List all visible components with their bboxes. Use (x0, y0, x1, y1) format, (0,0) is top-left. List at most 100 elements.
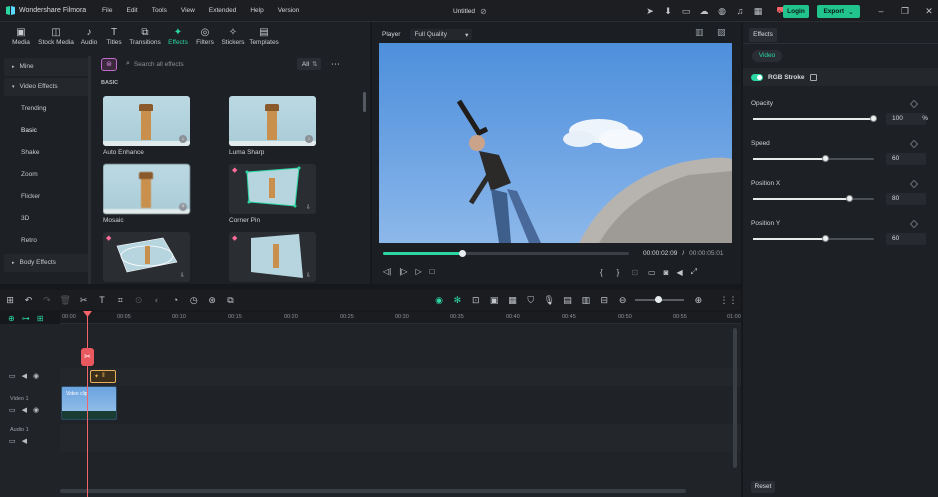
auto-reframe-icon[interactable]: ▣ (488, 294, 500, 307)
position-y-slider[interactable] (753, 235, 874, 242)
layout-grid-icon[interactable]: ⊞ (4, 294, 16, 307)
subtitle-icon[interactable]: ▥ (580, 294, 592, 307)
mark-out-icon[interactable]: } (617, 268, 620, 277)
redo-icon[interactable]: ↷ (41, 294, 53, 307)
timeline-vscroll[interactable] (733, 328, 737, 468)
search-input[interactable]: Search all effects (134, 61, 289, 68)
download-icon[interactable]: ↓ (179, 135, 187, 143)
render-icon[interactable]: ⊡ (631, 268, 638, 277)
effect-thumb-5[interactable]: ◆ ⇩ (103, 232, 190, 282)
tab-effects[interactable]: ✦ Effects (164, 26, 192, 46)
category-flicker[interactable]: Flicker (4, 186, 90, 208)
menu-extended[interactable]: Extended (209, 7, 236, 14)
speed-value[interactable]: 60 (886, 153, 926, 165)
category-basic[interactable]: Basic (4, 120, 90, 142)
menu-view[interactable]: View (181, 7, 195, 14)
zoom-out-icon[interactable]: ⊖ (616, 294, 628, 307)
position-y-value[interactable]: 60 (886, 233, 926, 245)
grid-scrollbar[interactable] (363, 92, 366, 112)
menu-help[interactable]: Help (250, 7, 263, 14)
effect-thumb-luma-sharp[interactable]: ↓ (229, 96, 316, 146)
beat-icon[interactable]: ▦ (506, 294, 518, 307)
keyframe-icon[interactable] (909, 179, 919, 189)
category-shake[interactable]: Shake (4, 142, 90, 164)
speaker-icon[interactable]: ◀ (22, 437, 27, 445)
snapshot-icon[interactable]: ▨ (717, 27, 726, 38)
scene-detect-icon[interactable]: ⊡ (470, 294, 482, 307)
zoom-knob[interactable] (654, 296, 662, 303)
cloud-icon[interactable]: ☁ (697, 4, 711, 18)
quality-dropdown[interactable]: Full Quality ▾ (410, 29, 473, 40)
effect-thumb-6[interactable]: ◆ ⇩ (229, 232, 316, 282)
stop-icon[interactable]: □ (430, 267, 435, 276)
speaker-icon[interactable]: ◀ (22, 372, 27, 380)
snap-icon[interactable]: ⊞ (37, 314, 44, 323)
folder-icon[interactable]: ▭ (9, 372, 16, 380)
account-icon[interactable]: ◍ (715, 4, 729, 18)
mark-in-icon[interactable]: { (600, 268, 603, 277)
folder-icon[interactable]: ▭ (9, 437, 16, 445)
timeline-hscroll[interactable] (60, 489, 686, 493)
color-icon[interactable]: ◐ (151, 294, 163, 307)
more-options-icon[interactable]: ⋮⋮ (719, 294, 737, 307)
playhead[interactable] (87, 312, 88, 497)
monitor-icon[interactable]: ▭ (648, 268, 656, 277)
text-icon[interactable]: T (96, 294, 108, 307)
headset-icon[interactable]: ♫ (733, 4, 747, 18)
render-preview-icon[interactable]: ◉ (433, 294, 445, 307)
folder-icon[interactable]: ▭ (9, 406, 16, 414)
category-3d[interactable]: 3D (4, 208, 90, 230)
play-step-icon[interactable]: |▷ (399, 267, 407, 276)
position-x-slider[interactable] (753, 195, 874, 202)
category-body-effects[interactable]: ▸ Body Effects (4, 254, 90, 272)
stabilize-icon[interactable]: ⊛ (206, 294, 218, 307)
cut-icon[interactable]: ✂ (77, 294, 89, 307)
login-button[interactable]: Login (783, 5, 809, 18)
effect-thumb-corner-pin[interactable]: ◆ ⇩ (229, 164, 316, 214)
eye-icon[interactable]: ◉ (33, 372, 39, 380)
tab-audio[interactable]: ♪ Audio (76, 26, 102, 46)
split-icon[interactable]: ⊟ (598, 294, 610, 307)
tab-effects-panel[interactable]: Effects (749, 28, 777, 42)
timeline-ruler[interactable]: 00:00 00:05 00:10 00:15 00:20 00:25 00:3… (60, 312, 741, 324)
menu-file[interactable]: File (102, 7, 112, 14)
download-icon[interactable]: ⇩ (306, 204, 311, 211)
camera-icon[interactable]: ◙ (664, 268, 669, 277)
player-progress-knob[interactable] (458, 250, 466, 257)
ai-icon[interactable]: ⊜ (101, 57, 117, 71)
position-x-value[interactable]: 80 (886, 193, 926, 205)
category-video-effects[interactable]: ▾ Video Effects (4, 78, 90, 96)
opacity-value[interactable]: 100% (886, 113, 928, 125)
timer-icon[interactable]: ◷ (188, 294, 200, 307)
tab-transitions[interactable]: ⧉ Transitions (126, 26, 164, 46)
tab-video[interactable]: Video (752, 50, 782, 62)
add-icon[interactable]: + (179, 203, 187, 211)
tab-stickers[interactable]: ✧ Stickers (218, 26, 248, 46)
keyframe-icon[interactable] (909, 219, 919, 229)
mic-icon[interactable]: 🎙 (543, 294, 555, 307)
shield-icon[interactable]: ⛉ (525, 294, 537, 307)
category-trending[interactable]: Trending (4, 98, 90, 120)
more-icon[interactable]: ⋯ (331, 59, 340, 70)
filter-dropdown[interactable]: All ⇅ (296, 58, 321, 70)
menu-tools[interactable]: Tools (152, 7, 167, 14)
link-icon[interactable]: ⊶ (22, 314, 30, 323)
reset-button[interactable]: Reset (751, 481, 775, 493)
play-icon[interactable]: ▷ (415, 267, 421, 276)
checkbox-icon[interactable] (810, 73, 818, 81)
tab-stock-media[interactable]: ◫ Stock Media (36, 26, 76, 46)
layout-icon[interactable]: ▥ (695, 27, 704, 38)
prev-frame-icon[interactable]: ◁| (383, 267, 391, 276)
effect-thumb-auto-enhance[interactable]: ↓ (103, 96, 190, 146)
effect-clip[interactable]: ✦ ⦀ (90, 370, 116, 383)
video-clip[interactable]: Video clip (61, 386, 117, 420)
menu-edit[interactable]: Edit (126, 7, 137, 14)
player-progress-track[interactable] (383, 250, 629, 257)
delete-icon[interactable]: 🗑 (59, 294, 71, 307)
speed-icon[interactable]: ◔ (169, 294, 181, 307)
tab-templates[interactable]: ▤ Templates (248, 26, 280, 46)
category-mine[interactable]: ▸ Mine (4, 58, 90, 76)
ai-tools-icon[interactable]: ✻ (451, 294, 463, 307)
zoom-slider[interactable] (634, 296, 685, 303)
send-icon[interactable]: ➤ (643, 4, 657, 18)
